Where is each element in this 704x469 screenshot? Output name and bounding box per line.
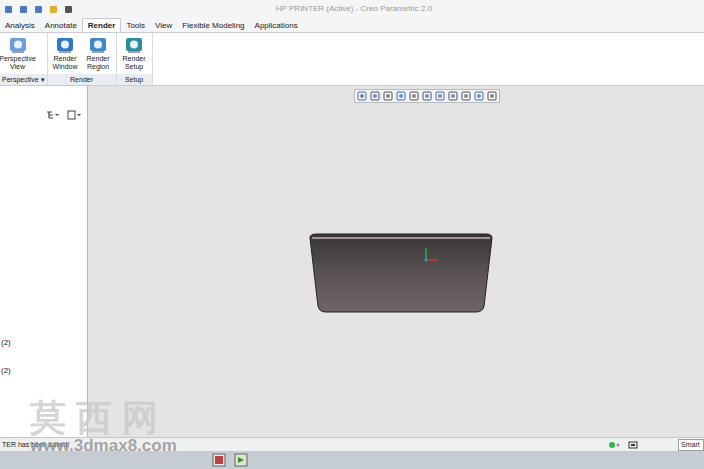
watermark-url: www.3dmax8.com	[30, 436, 177, 456]
view-tool-icon[interactable]	[448, 91, 458, 101]
ribbon-button[interactable]: RenderSetup	[119, 35, 150, 74]
view-tool-icon[interactable]	[370, 91, 380, 101]
view-tool-icon[interactable]	[422, 91, 432, 101]
ribbon-group: RenderWindowRenderRegionRender	[48, 33, 117, 85]
main-area: (2) (2)	[0, 86, 704, 437]
view-tool-icon[interactable]	[409, 91, 419, 101]
status-bar: TER has been saved. Smart	[0, 437, 704, 451]
quick-access-icon[interactable]	[49, 5, 58, 14]
quick-access-icon[interactable]	[64, 5, 73, 14]
ribbon-tab[interactable]: Applications	[250, 19, 303, 32]
quick-access-icon[interactable]	[34, 5, 43, 14]
ribbon-button-icon	[8, 35, 28, 55]
ribbon-tab[interactable]: Render	[82, 18, 122, 32]
ribbon-group-label[interactable]: Perspective ▾	[0, 74, 47, 85]
model-tree-item[interactable]: (2)	[0, 365, 87, 377]
creo-window: HP PRINTER (Active) - Creo Parametric 2.…	[0, 0, 704, 469]
view-tool-icon[interactable]	[396, 91, 406, 101]
view-tool-icon[interactable]	[435, 91, 445, 101]
graphics-area[interactable]	[88, 86, 704, 437]
window-title: HP PRINTER (Active) - Creo Parametric 2.…	[98, 3, 700, 15]
ribbon-button-icon	[88, 35, 108, 55]
model-tree-item[interactable]: (2)	[0, 337, 87, 349]
filter-field[interactable]: Smart	[678, 439, 704, 451]
view-tool-icon[interactable]	[357, 91, 367, 101]
ribbon-tab[interactable]: Flexible Modeling	[177, 19, 249, 32]
quick-access-icon[interactable]	[4, 5, 13, 14]
watermark: 莫 西 网www.3dmax8.com	[30, 398, 177, 456]
ribbon-group-label[interactable]: Setup	[117, 74, 152, 85]
view-tool-icon[interactable]	[474, 91, 484, 101]
ribbon-button[interactable]: RenderRegion	[83, 35, 114, 74]
printer-model-icon[interactable]	[308, 232, 494, 314]
model-tree-panel: (2) (2)	[0, 86, 88, 437]
ribbon-tab[interactable]: Analysis	[0, 19, 40, 32]
taskbar	[0, 451, 704, 469]
selection-icon[interactable]	[628, 440, 638, 450]
taskbar-app-icon[interactable]	[212, 453, 226, 467]
ribbon-tabs: AnalysisAnnotateRenderToolsViewFlexible …	[0, 18, 704, 33]
tree-settings-icon[interactable]	[45, 110, 59, 120]
view-tool-icon[interactable]	[487, 91, 497, 101]
ribbon-button-icon	[55, 35, 75, 55]
watermark-logo: 莫 西 网	[30, 398, 177, 438]
view-tool-icon[interactable]	[461, 91, 471, 101]
ribbon-tab[interactable]: View	[150, 19, 177, 32]
ribbon-tab[interactable]: Annotate	[40, 19, 82, 32]
quick-access-toolbar	[4, 5, 94, 14]
status-dot-icon	[608, 441, 620, 449]
ribbon-button-icon	[124, 35, 144, 55]
ribbon: PerspectiveViewPerspective ▾RenderWindow…	[0, 33, 704, 86]
ribbon-group-label[interactable]: Render	[48, 74, 116, 85]
ribbon-group: RenderSetupSetup	[117, 33, 153, 85]
ribbon-group: PerspectiveViewPerspective ▾	[0, 33, 48, 85]
title-bar: HP PRINTER (Active) - Creo Parametric 2.…	[0, 0, 704, 18]
taskbar-app-icon[interactable]	[234, 453, 248, 467]
ribbon-button[interactable]: RenderWindow	[50, 35, 81, 74]
status-message: TER has been saved.	[2, 439, 608, 451]
graphics-toolbar	[354, 89, 500, 103]
ribbon-button[interactable]: PerspectiveView	[2, 35, 33, 74]
view-tool-icon[interactable]	[383, 91, 393, 101]
ribbon-tab[interactable]: Tools	[121, 19, 150, 32]
quick-access-icon[interactable]	[19, 5, 28, 14]
tree-filter-icon[interactable]	[67, 110, 81, 120]
